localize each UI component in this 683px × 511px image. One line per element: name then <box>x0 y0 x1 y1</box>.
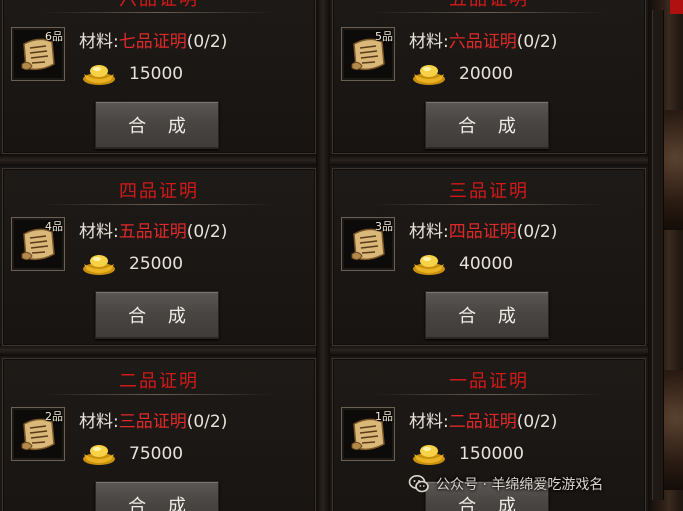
material-name[interactable]: 二品证明 <box>449 412 517 432</box>
recipe-card: 六品证明 6品 材料:七品证明(0/2) 15000 合 成 <box>2 0 316 154</box>
craft-button[interactable]: 合 成 <box>95 481 219 511</box>
recipe-title: 三品证明 <box>449 181 529 202</box>
title-underline <box>43 394 275 395</box>
craft-button[interactable]: 合 成 <box>425 291 549 339</box>
gold-amount: 150000 <box>459 444 524 464</box>
material-label: 材料: <box>409 32 449 52</box>
gold-amount: 75000 <box>129 444 184 464</box>
craft-button[interactable]: 合 成 <box>95 101 219 149</box>
title-underline <box>43 12 275 13</box>
material-progress: (0/2) <box>516 222 558 242</box>
material-requirement: 材料:四品证明(0/2) <box>409 217 557 242</box>
title-underline <box>373 394 605 395</box>
material-requirement: 材料:七品证明(0/2) <box>79 27 227 52</box>
dragon-ornament <box>664 370 683 490</box>
item-slot[interactable]: 5品 <box>341 27 395 81</box>
material-progress: (0/2) <box>186 222 228 242</box>
item-slot[interactable]: 6品 <box>11 27 65 81</box>
grade-badge: 2品 <box>45 410 63 423</box>
gold-ingot-icon <box>413 255 445 275</box>
material-progress: (0/2) <box>186 32 228 52</box>
title-underline <box>43 204 275 205</box>
title-underline <box>373 204 605 205</box>
gold-cost: 150000 <box>411 441 524 467</box>
grade-badge: 5品 <box>375 30 393 43</box>
watermark: 公众号 · 羊绵绵爱吃游戏名 <box>408 472 603 496</box>
watermark-text: 公众号 · 羊绵绵爱吃游戏名 <box>436 477 604 493</box>
material-label: 材料: <box>79 32 119 52</box>
column-divider <box>316 0 330 511</box>
material-progress: (0/2) <box>516 412 558 432</box>
recipe-title: 一品证明 <box>449 371 529 392</box>
recipe-card: 三品证明 3品 材料:四品证明(0/2) 40000 合 成 <box>332 168 646 346</box>
material-progress: (0/2) <box>186 412 228 432</box>
gold-ingot-icon <box>83 65 115 85</box>
item-slot[interactable]: 2品 <box>11 407 65 461</box>
recipe-title: 六品证明 <box>3 0 315 11</box>
item-slot[interactable]: 4品 <box>11 217 65 271</box>
recipe-title: 四品证明 <box>119 181 199 202</box>
recipe-card: 四品证明 4品 材料:五品证明(0/2) 25000 合 成 <box>2 168 316 346</box>
red-corner-tab <box>670 0 683 14</box>
material-label: 材料: <box>79 412 119 432</box>
craft-button[interactable]: 合 成 <box>425 101 549 149</box>
grade-badge: 6品 <box>45 30 63 43</box>
craft-button[interactable]: 合 成 <box>95 291 219 339</box>
material-progress: (0/2) <box>516 32 558 52</box>
material-name[interactable]: 四品证明 <box>449 222 517 242</box>
gold-cost: 40000 <box>411 251 513 277</box>
recipe-title: 五品证明 <box>333 0 645 11</box>
gold-cost: 25000 <box>81 251 183 277</box>
material-label: 材料: <box>409 412 449 432</box>
gold-ingot-icon <box>413 65 445 85</box>
gold-amount: 25000 <box>129 254 184 274</box>
gold-cost: 20000 <box>411 61 513 87</box>
recipe-card: 二品证明 2品 材料:三品证明(0/2) 75000 合 成 <box>2 358 316 511</box>
item-slot[interactable]: 3品 <box>341 217 395 271</box>
gold-amount: 15000 <box>129 64 184 84</box>
material-requirement: 材料:三品证明(0/2) <box>79 407 227 432</box>
recipe-title: 二品证明 <box>119 371 199 392</box>
material-name[interactable]: 七品证明 <box>119 32 187 52</box>
material-requirement: 材料:六品证明(0/2) <box>409 27 557 52</box>
dragon-ornament <box>664 110 683 230</box>
material-requirement: 材料:二品证明(0/2) <box>409 407 557 432</box>
recipe-card: 五品证明 5品 材料:六品证明(0/2) 20000 合 成 <box>332 0 646 154</box>
wechat-icon <box>408 475 429 493</box>
gold-ingot-icon <box>83 255 115 275</box>
gold-ingot-icon <box>413 445 445 465</box>
material-name[interactable]: 三品证明 <box>119 412 187 432</box>
item-slot[interactable]: 1品 <box>341 407 395 461</box>
gold-amount: 20000 <box>459 64 514 84</box>
gold-amount: 40000 <box>459 254 514 274</box>
grade-badge: 1品 <box>375 410 393 423</box>
grade-badge: 4品 <box>45 220 63 233</box>
material-label: 材料: <box>409 222 449 242</box>
gold-ingot-icon <box>83 445 115 465</box>
scrollbar[interactable] <box>652 10 664 500</box>
material-label: 材料: <box>79 222 119 242</box>
material-name[interactable]: 五品证明 <box>119 222 187 242</box>
material-name[interactable]: 六品证明 <box>449 32 517 52</box>
title-underline <box>373 12 605 13</box>
grade-badge: 3品 <box>375 220 393 233</box>
gold-cost: 75000 <box>81 441 183 467</box>
gold-cost: 15000 <box>81 61 183 87</box>
material-requirement: 材料:五品证明(0/2) <box>79 217 227 242</box>
